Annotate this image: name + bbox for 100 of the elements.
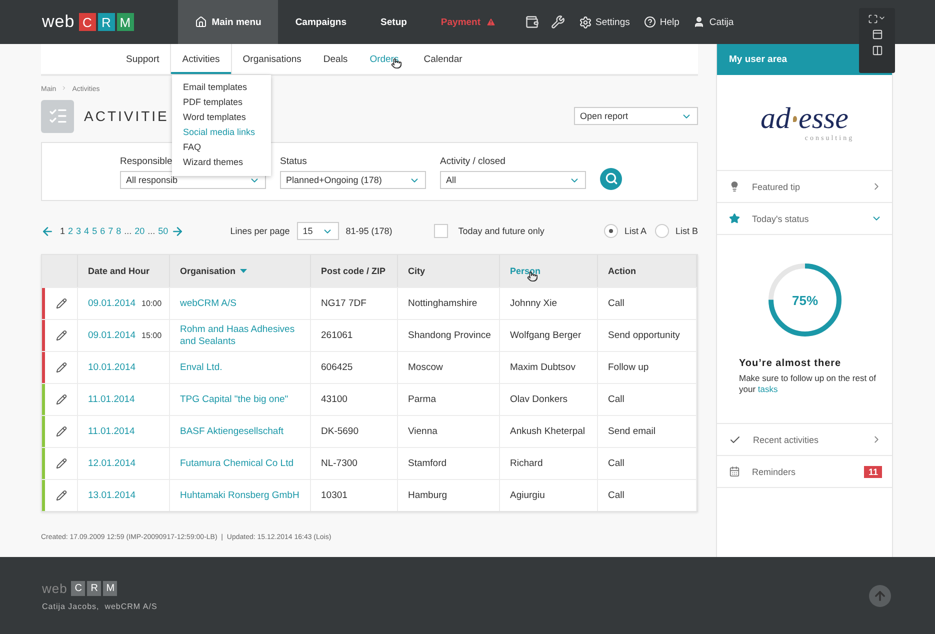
page-link[interactable]: 6 — [100, 226, 106, 236]
column-header[interactable]: Date and Hour — [88, 266, 150, 276]
pencil-icon[interactable] — [56, 362, 66, 373]
table-cell: 43100 — [311, 383, 398, 415]
page-link[interactable]: 7 — [108, 226, 114, 236]
table-cell: Vienna — [398, 415, 500, 447]
pencil-icon[interactable] — [56, 426, 66, 437]
column-header[interactable]: Post code / ZIP — [321, 266, 386, 276]
pencil-icon[interactable] — [56, 490, 66, 501]
date-link[interactable]: 11.01.2014 — [88, 426, 135, 438]
layout-icon[interactable] — [872, 29, 882, 40]
page-link[interactable]: 20 — [134, 226, 145, 236]
organisation-link[interactable]: TPG Capital "the big one" — [180, 394, 288, 406]
nav-tab[interactable]: Activities — [170, 44, 232, 74]
table-cell: NL-7300 — [311, 447, 398, 479]
menu-item[interactable]: Campaigns — [278, 0, 364, 44]
menu-item[interactable]: PDF templates — [183, 95, 271, 110]
column-header[interactable]: City — [408, 266, 426, 276]
calendar-icon — [729, 466, 740, 477]
table-cell: Send email — [598, 415, 697, 447]
checkbox-label: Today and future only — [458, 226, 544, 236]
table-cell: Agiurgiu — [500, 479, 598, 511]
checkbox[interactable] — [434, 224, 448, 238]
table-cell: DK-5690 — [311, 415, 398, 447]
lightbulb-icon — [729, 181, 740, 192]
menu-item[interactable]: Word templates — [183, 110, 271, 125]
menu-item[interactable]: Social media links — [183, 125, 271, 140]
previous-arrow-icon[interactable] — [41, 224, 54, 238]
wallet-icon[interactable] — [524, 15, 539, 29]
report-select[interactable]: Open report — [574, 107, 698, 125]
pencil-icon[interactable] — [56, 298, 66, 309]
settings-link[interactable]: Settings — [578, 16, 630, 28]
date-link[interactable]: 13.01.2014 — [88, 490, 136, 502]
organisation-link[interactable]: Futamura Chemical Co Ltd — [180, 458, 294, 470]
help-link[interactable]: Help — [644, 16, 680, 28]
columns-icon[interactable] — [872, 45, 882, 56]
sidebar-item[interactable]: Featured tip — [717, 171, 892, 203]
separator-icon — [61, 85, 68, 91]
page-title: ACTIVITIE — [84, 108, 169, 124]
table-cell: Moscow — [398, 351, 500, 383]
date-link[interactable]: 10.01.2014 — [88, 362, 136, 374]
filter-select[interactable]: All — [440, 171, 586, 189]
footer-text: Catija Jacobs, webCRM A/S — [42, 602, 158, 610]
menu-item[interactable]: Main menu — [178, 0, 278, 44]
tasks-link[interactable]: tasks — [758, 384, 778, 394]
tools-icon[interactable] — [550, 15, 565, 29]
radio-button[interactable] — [604, 224, 618, 238]
nav-tab[interactable]: Calendar — [412, 44, 474, 74]
user-link[interactable]: Catija — [693, 16, 734, 28]
page-link[interactable]: 8 — [116, 226, 122, 236]
ellipsis: ... — [124, 226, 132, 236]
webcrm-logo[interactable]: web C R M — [42, 12, 134, 32]
pencil-icon[interactable] — [56, 330, 66, 341]
menu-item[interactable]: FAQ — [183, 140, 271, 155]
menu-item[interactable]: Wizard themes — [183, 155, 271, 170]
nav-tab[interactable]: Support — [115, 44, 170, 74]
sidebar-item[interactable]: Reminders 11 — [717, 456, 892, 488]
table-cell: Call — [598, 383, 697, 415]
radio-label: List B — [675, 226, 698, 236]
organisation-link[interactable]: Rohm and Haas Adhesives and Sealants — [180, 324, 304, 348]
date-link[interactable]: 09.01.2014 — [88, 330, 136, 342]
nav-tab[interactable]: Organisations — [232, 44, 312, 74]
nav-tab[interactable]: Orders — [358, 44, 413, 74]
page-link[interactable]: 3 — [76, 226, 82, 236]
settings-icon — [578, 16, 592, 28]
search-icon — [604, 172, 618, 185]
organisation-link[interactable]: BASF Aktiengesellschaft — [180, 426, 284, 438]
range-text: 81-95 (178) — [346, 226, 392, 236]
organisation-link[interactable]: webCRM A/S — [180, 298, 236, 310]
filter-select[interactable]: Planned+Ongoing (178) — [280, 171, 426, 189]
column-header[interactable]: Action — [608, 266, 636, 276]
page-link[interactable]: 2 — [68, 226, 74, 236]
next-arrow-icon[interactable] — [171, 224, 184, 238]
star-icon — [729, 213, 740, 224]
menu-item[interactable]: Email templates — [183, 80, 271, 95]
date-link[interactable]: 12.01.2014 — [88, 458, 136, 470]
page-link[interactable]: 1 — [60, 226, 66, 236]
search-button[interactable] — [600, 168, 622, 190]
page-link[interactable]: 4 — [84, 226, 90, 236]
table-cell: Wolfgang Berger — [500, 319, 598, 351]
organisation-link[interactable]: Enval Ltd. — [180, 362, 222, 374]
time-text: 10:00 — [142, 298, 162, 310]
sidebar-item[interactable]: Today's status — [717, 203, 892, 235]
fullscreen-icon[interactable] — [868, 14, 886, 24]
pencil-icon[interactable] — [56, 458, 66, 469]
sidebar-item[interactable]: Recent activities — [717, 424, 892, 456]
table-cell: Ankush Kheterpal — [500, 415, 598, 447]
page-link[interactable]: 50 — [158, 226, 168, 236]
check-icon — [729, 434, 741, 446]
company-logo: ad esse — [760, 104, 848, 134]
radio-button[interactable] — [655, 224, 670, 238]
lines-select[interactable]: 15 — [296, 222, 339, 240]
nav-tab[interactable]: Deals — [312, 44, 359, 74]
date-link[interactable]: 11.01.2014 — [88, 394, 135, 406]
column-header[interactable]: Organisation — [180, 266, 236, 276]
pencil-icon[interactable] — [56, 394, 66, 405]
date-link[interactable]: 09.01.2014 — [88, 298, 136, 310]
menu-item[interactable]: Setup — [364, 0, 424, 44]
page-link[interactable]: 5 — [92, 226, 98, 236]
organisation-link[interactable]: Huhtamaki Ronsberg GmbH — [180, 490, 300, 502]
